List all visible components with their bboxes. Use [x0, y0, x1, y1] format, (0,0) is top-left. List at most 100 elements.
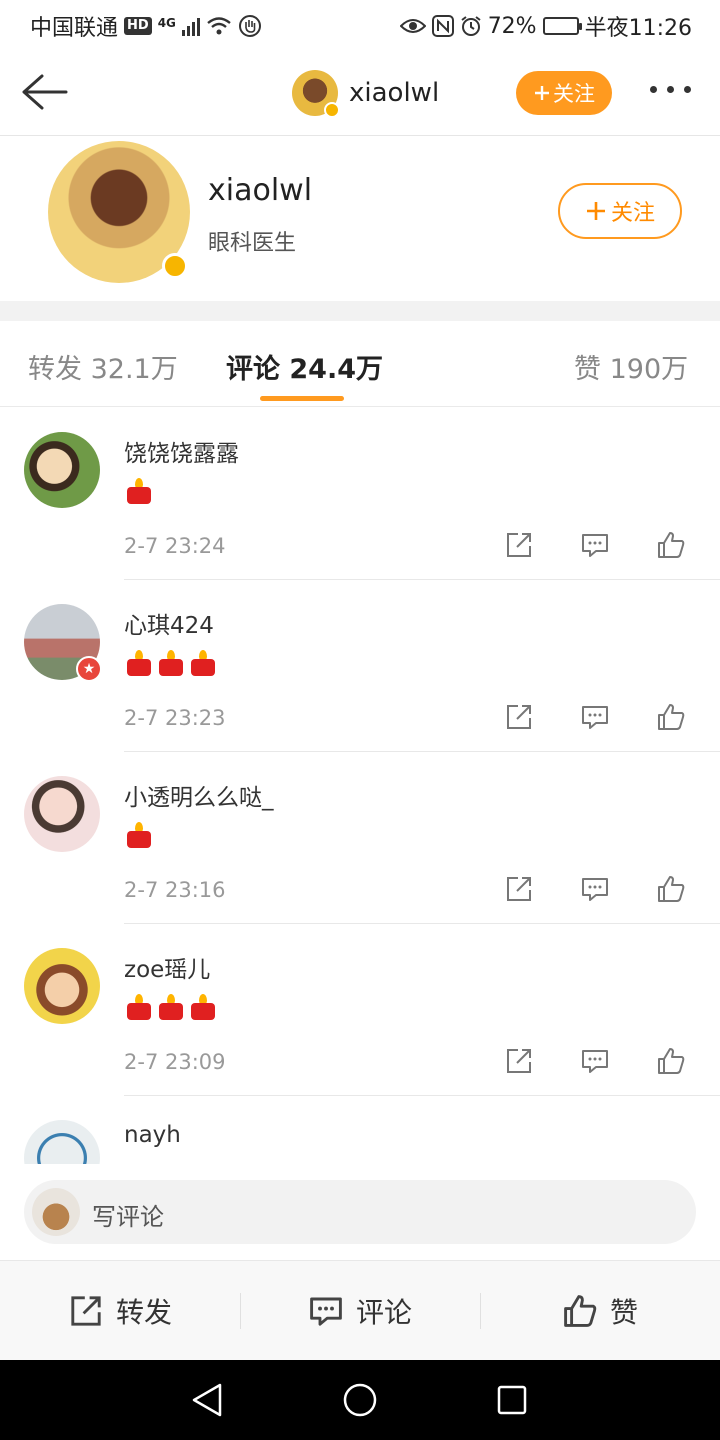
tab-bar: 转发 32.1万 评论 24.4万 赞 190万: [0, 321, 720, 407]
comment-username[interactable]: 饶饶饶露露: [124, 434, 239, 468]
candle-emoji-icon: [190, 650, 216, 676]
comment-time: 2-7 23:16: [124, 878, 226, 902]
nav-username[interactable]: xiaolwl: [349, 78, 439, 108]
nav-avatar[interactable]: [292, 70, 340, 118]
comment-icon: [310, 1297, 342, 1326]
candle-emoji-icon: [126, 478, 152, 504]
comment-item: ★ 心琪424 2-7 23:23: [0, 580, 720, 752]
share-icon[interactable]: [504, 530, 534, 560]
comment-avatar[interactable]: [24, 776, 100, 852]
tab-comments[interactable]: 评论 24.4万: [226, 347, 383, 386]
comment-username[interactable]: nayh: [124, 1122, 181, 1148]
repost-label: 转发: [115, 1295, 172, 1329]
profile-description: 眼科医生: [208, 231, 297, 256]
share-icon: [71, 1295, 101, 1326]
comment-label: 评论: [355, 1295, 412, 1329]
tab-reposts[interactable]: 转发 32.1万: [28, 347, 178, 386]
comment-content: [126, 822, 152, 848]
back-button[interactable]: [18, 70, 70, 114]
share-icon[interactable]: [504, 874, 534, 904]
wifi-icon: [207, 17, 231, 35]
comment-icon[interactable]: [580, 530, 610, 560]
recents-square-icon[interactable]: [496, 1384, 528, 1416]
status-left: 中国联通 HD 4G: [30, 10, 262, 42]
tab-likes[interactable]: 赞 190万: [574, 347, 688, 386]
comment-item: zoe瑶儿 2-7 23:09: [0, 924, 720, 1096]
comment-button[interactable]: 评论: [240, 1261, 480, 1360]
battery-percent: 72%: [487, 13, 537, 39]
status-right: 72% 半夜11:26: [399, 10, 692, 42]
comment-time: 2-7 23:09: [124, 1050, 226, 1074]
nav-bar: xiaolwl 关注: [0, 52, 720, 136]
comment-input[interactable]: 写评论: [24, 1180, 696, 1244]
comment-icon[interactable]: [580, 874, 610, 904]
clock: 半夜11:26: [584, 16, 692, 41]
profile-follow-button[interactable]: 关注: [558, 183, 682, 239]
comment-username[interactable]: 小透明么么哒_: [124, 778, 274, 812]
share-icon[interactable]: [504, 1046, 534, 1076]
candle-emoji-icon: [158, 650, 184, 676]
comment-item: 小透明么么哒_ 2-7 23:16: [0, 752, 720, 924]
home-circle-icon[interactable]: [342, 1382, 378, 1418]
android-nav-bar: [0, 1360, 720, 1440]
like-icon[interactable]: [656, 702, 686, 732]
hand-icon: [238, 15, 261, 37]
share-icon[interactable]: [504, 702, 534, 732]
comment-avatar[interactable]: ★: [24, 604, 102, 682]
candle-emoji-icon: [126, 650, 152, 676]
profile-follow-label: 关注: [610, 201, 655, 226]
plus-icon: [586, 202, 605, 220]
alarm-icon: [461, 16, 481, 36]
profile-name[interactable]: xiaolwl: [208, 173, 312, 208]
comment-content: [126, 650, 216, 676]
comment-content: [126, 478, 152, 504]
verified-badge-icon: [162, 253, 188, 279]
battery-icon: [542, 17, 582, 35]
comment-actions: [504, 1046, 686, 1076]
arrow-left-icon: [22, 74, 68, 110]
profile-card: xiaolwl 眼科医生 关注: [0, 137, 720, 301]
nav-follow-label: 关注: [553, 82, 595, 106]
comment-item: 饶饶饶露露 2-7 23:24: [0, 408, 720, 580]
like-icon: [564, 1294, 597, 1327]
comment-time: 2-7 23:24: [124, 534, 226, 558]
comment-avatar[interactable]: [24, 948, 100, 1024]
more-options-icon[interactable]: [650, 86, 691, 93]
badge-icon: ★: [76, 656, 102, 682]
comment-username[interactable]: zoe瑶儿: [124, 950, 210, 984]
comment-username[interactable]: 心琪424: [124, 606, 214, 640]
comment-input-placeholder: 写评论: [92, 1203, 164, 1231]
comment-icon[interactable]: [580, 702, 610, 732]
bottom-toolbar: 转发 评论 赞: [0, 1260, 720, 1360]
nfc-icon: [431, 15, 454, 37]
like-icon[interactable]: [656, 874, 686, 904]
repost-button[interactable]: 转发: [0, 1261, 240, 1360]
verified-badge-icon: [324, 102, 340, 118]
candle-emoji-icon: [126, 994, 152, 1020]
my-avatar: [32, 1188, 80, 1236]
section-divider: [0, 301, 720, 321]
comment-icon[interactable]: [580, 1046, 610, 1076]
comment-list[interactable]: 饶饶饶露露 2-7 23:24 ★ 心琪424 2-7 23:23 小透明么么哒…: [0, 408, 720, 1164]
like-icon[interactable]: [656, 530, 686, 560]
comment-avatar[interactable]: [24, 432, 100, 508]
back-triangle-icon[interactable]: [190, 1382, 224, 1418]
profile-avatar[interactable]: [48, 141, 190, 283]
comment-actions: [504, 874, 686, 904]
comment-actions: [504, 702, 686, 732]
candle-emoji-icon: [190, 994, 216, 1020]
plus-icon: [535, 86, 549, 100]
signal-icon: [181, 16, 200, 36]
comment-time: 2-7 23:23: [124, 706, 226, 730]
comment-actions: [504, 530, 686, 560]
like-button[interactable]: 赞: [480, 1261, 720, 1360]
comment-avatar[interactable]: [24, 1120, 100, 1164]
nav-follow-button[interactable]: 关注: [516, 71, 612, 115]
comment-item: nayh: [0, 1096, 720, 1164]
eye-icon: [399, 19, 426, 33]
candle-emoji-icon: [126, 822, 152, 848]
active-tab-indicator: [260, 396, 344, 401]
like-icon[interactable]: [656, 1046, 686, 1076]
candle-emoji-icon: [158, 994, 184, 1020]
hd-badge: HD: [124, 17, 152, 35]
